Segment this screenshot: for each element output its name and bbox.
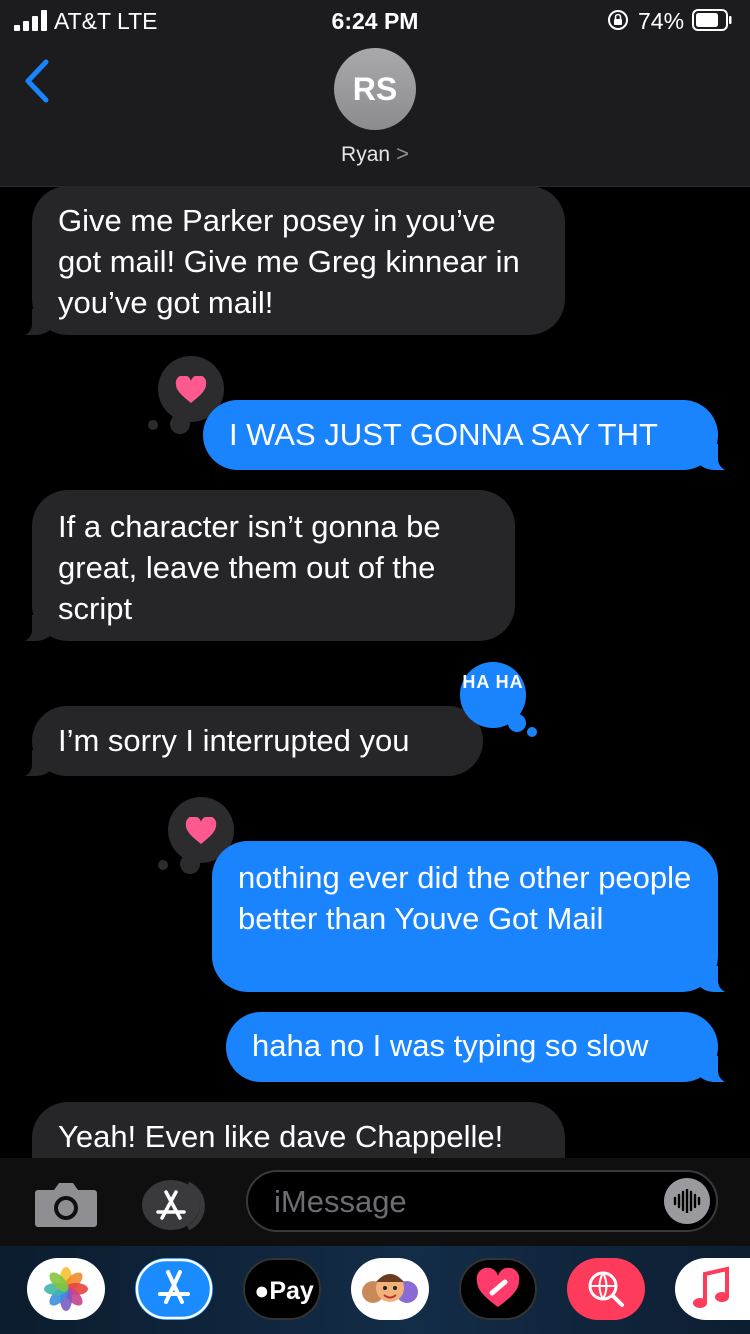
globe-search-icon	[588, 1271, 624, 1307]
message-bubble-incoming[interactable]: Yeah! Even like dave Chappelle!	[32, 1102, 565, 1158]
message-text: haha no I was typing so slow	[252, 1028, 649, 1063]
compose-bar: iMessage	[0, 1158, 750, 1246]
app-store-icon	[135, 1258, 213, 1320]
tapback-tail-dot	[508, 714, 526, 732]
message-bubble-outgoing[interactable]: I WAS JUST GONNA SAY THT	[203, 400, 740, 471]
tapback-tail-dot	[180, 854, 200, 874]
message-bubble-outgoing[interactable]: nothing ever did the other people better…	[212, 841, 740, 993]
contact-avatar[interactable]: RS	[334, 48, 416, 130]
back-chevron-icon[interactable]	[18, 56, 58, 106]
app-drawer: ●Pay	[0, 1246, 750, 1334]
message-thread[interactable]: Give me Parker posey in you’ve got mail!…	[0, 186, 750, 1158]
status-bar: AT&T LTE 6:24 PM 74%	[0, 0, 750, 42]
heart-icon	[175, 376, 207, 403]
message-text: Yeah! Even like dave Chappelle!	[58, 1119, 504, 1154]
chevron-right-icon: >	[396, 141, 409, 166]
rotation-lock-icon	[608, 10, 628, 30]
apps-arc-icon	[186, 1181, 205, 1231]
message-bubble-outgoing[interactable]: haha no I was typing so slow	[226, 1012, 740, 1083]
photos-app-button[interactable]	[27, 1258, 105, 1320]
conversation-header: AT&T LTE 6:24 PM 74% RS Ryan >	[0, 0, 750, 187]
music-note-icon	[693, 1266, 729, 1308]
haha-label: HA HA	[462, 672, 524, 692]
tapback-tail-dot	[158, 860, 168, 870]
camera-icon[interactable]	[34, 1180, 98, 1228]
app-store-app-button[interactable]	[135, 1258, 213, 1320]
memoji-icon	[362, 1274, 418, 1303]
contact-name-button[interactable]: Ryan >	[0, 141, 750, 167]
apple-pay-label: ●Pay	[245, 1260, 319, 1318]
message-text: Give me Parker posey in you’ve got mail!…	[58, 203, 520, 320]
imessage-input[interactable]: iMessage	[246, 1170, 718, 1232]
battery-icon	[692, 9, 732, 31]
message-text: nothing ever did the other people better…	[238, 860, 692, 936]
pay-text: Pay	[269, 1277, 314, 1305]
message-text: I’m sorry I interrupted you	[58, 723, 410, 758]
apple-logo-icon: ●	[254, 1277, 270, 1305]
tapback-tail-dot	[148, 420, 158, 430]
imessage-placeholder: iMessage	[274, 1184, 407, 1219]
digital-touch-heart-icon	[476, 1267, 520, 1307]
contact-name: Ryan	[341, 143, 391, 166]
message-bubble-incoming[interactable]: Give me Parker posey in you’ve got mail!…	[10, 186, 565, 336]
images-search-app-button[interactable]	[567, 1258, 645, 1320]
tapback-tail-dot	[170, 414, 190, 434]
message-bubble-incoming[interactable]: I’m sorry I interrupted you	[10, 706, 483, 777]
digital-touch-app-button[interactable]	[459, 1258, 537, 1320]
waveform-icon	[673, 1189, 701, 1213]
heart-icon	[185, 817, 217, 844]
message-bubble-incoming[interactable]: If a character isn’t gonna be great, lea…	[10, 490, 515, 642]
audio-message-button[interactable]	[664, 1178, 710, 1224]
memoji-app-button[interactable]	[351, 1258, 429, 1320]
tapback-tail-dot	[527, 727, 537, 737]
battery-percentage: 74%	[638, 8, 685, 34]
apple-pay-app-button[interactable]: ●Pay	[243, 1258, 321, 1320]
music-app-button[interactable]	[675, 1258, 750, 1320]
message-text: If a character isn’t gonna be great, lea…	[58, 509, 441, 626]
message-text: I WAS JUST GONNA SAY THT	[229, 417, 658, 452]
photos-icon	[44, 1267, 88, 1311]
